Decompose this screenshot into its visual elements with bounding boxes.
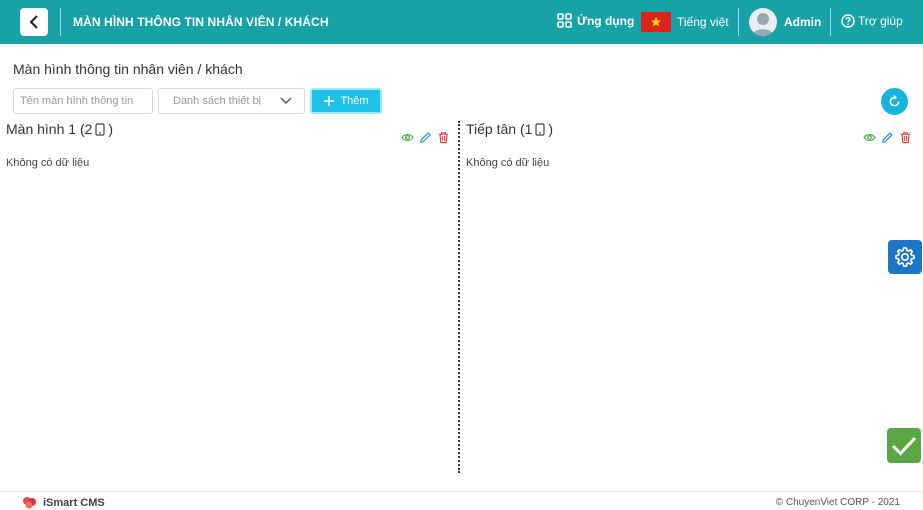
tablet-icon	[535, 122, 546, 136]
trash-icon	[900, 132, 911, 144]
edit-button[interactable]	[419, 131, 432, 144]
eye-icon	[401, 133, 414, 142]
help-label: Trợ giúp	[858, 14, 903, 28]
delete-button[interactable]	[437, 131, 450, 144]
pencil-icon	[882, 132, 893, 143]
trash-icon	[438, 132, 449, 144]
view-button[interactable]	[863, 131, 876, 144]
settings-button[interactable]	[888, 240, 922, 274]
grid-icon	[557, 13, 572, 28]
back-button[interactable]	[20, 8, 48, 36]
add-button-label: Thêm	[340, 95, 369, 107]
language-selector[interactable]: Tiếng việt	[677, 15, 729, 29]
apps-label: Ứng dụng	[577, 13, 635, 28]
user-name[interactable]: Admin	[784, 15, 821, 29]
eye-icon	[863, 133, 876, 142]
screen-column: Tiếp tân (1 )	[466, 121, 553, 137]
column-title-text: Màn hình 1 (2	[6, 121, 93, 137]
footer-brand-text: iSmart CMS	[43, 496, 105, 509]
pencil-icon	[420, 132, 431, 143]
header-divider	[830, 8, 831, 36]
column-title: Tiếp tân (1 )	[466, 121, 553, 137]
refresh-button[interactable]	[881, 88, 908, 115]
refresh-icon	[889, 95, 900, 107]
device-select-placeholder: Danh sách thiết bị	[173, 95, 262, 107]
column-actions	[401, 131, 450, 144]
vietnam-flag-icon[interactable]	[641, 12, 671, 32]
footer: iSmart CMS © ChuyenViet CORP - 2021	[0, 491, 923, 510]
tablet-icon	[95, 122, 105, 136]
column-divider	[458, 121, 460, 473]
column-title-suffix: )	[548, 121, 554, 137]
column-actions	[863, 131, 912, 144]
header-divider	[738, 8, 739, 36]
check-icon	[891, 436, 917, 456]
page-title: Màn hình thông tin nhân viên / khách	[13, 61, 243, 77]
header-divider	[60, 8, 61, 36]
chevron-down-icon	[280, 97, 292, 105]
user-avatar-icon	[752, 13, 774, 36]
chevron-left-icon	[29, 15, 38, 29]
footer-brand: iSmart CMS	[22, 496, 105, 509]
screen-column: Màn hình 1 (2 )	[6, 121, 113, 137]
delete-button[interactable]	[899, 131, 912, 144]
column-title-suffix: )	[108, 121, 114, 137]
brand-logo-icon	[23, 497, 36, 509]
column-title-text: Tiếp tân (1	[466, 121, 533, 137]
column-title: Màn hình 1 (2 )	[6, 121, 113, 137]
empty-message: Không có dữ liệu	[6, 157, 90, 169]
edit-button[interactable]	[881, 131, 894, 144]
device-list-select[interactable]: Danh sách thiết bị	[158, 88, 305, 114]
gear-icon	[895, 247, 915, 267]
empty-message: Không có dữ liệu	[466, 157, 550, 169]
apps-menu[interactable]: Ứng dụng	[557, 13, 634, 28]
footer-copyright: © ChuyenViet CORP - 2021	[775, 497, 900, 508]
add-button[interactable]: Thêm	[310, 88, 382, 114]
app-header: MÀN HÌNH THÔNG TIN NHÂN VIÊN / KHÁCH Ứng…	[0, 0, 923, 44]
screen-name-input[interactable]	[13, 88, 153, 114]
help-link[interactable]: Trợ giúp	[841, 14, 903, 28]
avatar[interactable]	[749, 8, 777, 36]
header-title: MÀN HÌNH THÔNG TIN NHÂN VIÊN / KHÁCH	[73, 15, 329, 29]
view-button[interactable]	[401, 131, 414, 144]
question-circle-icon	[841, 14, 855, 28]
plus-icon	[324, 96, 335, 106]
confirm-button[interactable]	[887, 428, 921, 463]
